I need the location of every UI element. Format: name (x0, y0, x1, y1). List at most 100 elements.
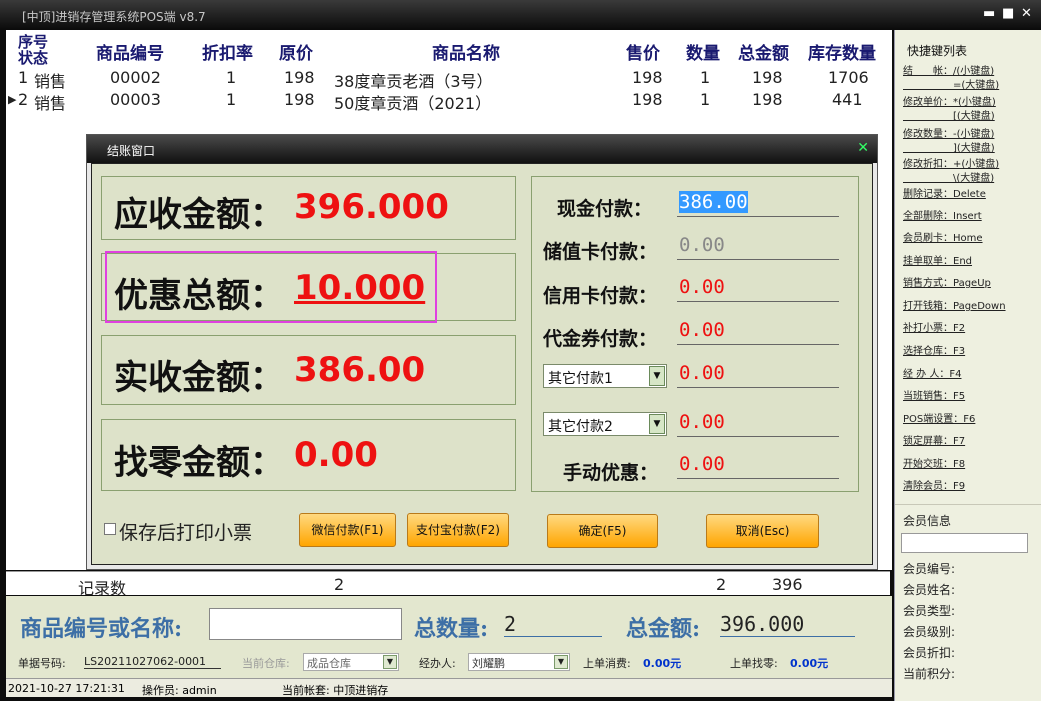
shortcut-item[interactable]: 锁定屏幕：F7 (903, 436, 965, 447)
row-code: 00003 (110, 90, 161, 109)
handler-label: 经办人: (419, 657, 456, 670)
other-payment-1-input[interactable]: 0.00 (677, 362, 839, 388)
status-bar: 2021-10-27 17:21:31 操作员: admin 当前帐套: 中顶进… (6, 678, 892, 697)
row-discount: 1 (226, 68, 237, 87)
receivable-label: 应收金额： (114, 195, 284, 235)
member-field-label: 会员折扣: (903, 646, 956, 660)
minimize-button[interactable]: ▬ (983, 6, 995, 21)
discount-value[interactable]: 10.000 (294, 268, 425, 308)
col-price[interactable]: 原价 (279, 39, 313, 64)
other-payment-1-select[interactable]: 其它付款1 ▼ (543, 364, 667, 388)
chevron-down-icon[interactable]: ▼ (383, 655, 397, 669)
shortcut-title: 快捷键列表 (907, 44, 968, 58)
shortcut-item[interactable]: 修改单价：*(小键盘) (903, 97, 996, 108)
col-stock[interactable]: 库存数量 (808, 39, 876, 64)
cash-label: 现金付款： (557, 198, 653, 220)
manual-discount-input[interactable]: 0.00 (677, 453, 839, 479)
cancel-button[interactable]: 取消(Esc) (706, 514, 819, 548)
other-payment-1-option: 其它付款1 (548, 371, 613, 387)
warehouse-label: 当前仓库: (242, 657, 290, 670)
maximize-button[interactable]: ■ (1002, 6, 1014, 21)
shortcut-item[interactable]: ](大键盘) (903, 143, 995, 154)
cash-input[interactable]: 386.00 (677, 191, 839, 217)
chevron-down-icon[interactable]: ▼ (649, 414, 665, 434)
shortcut-item[interactable]: 销售方式：PageUp (903, 278, 991, 289)
row-qty: 1 (700, 90, 711, 109)
shortcut-item[interactable]: [(大键盘) (903, 111, 995, 122)
actual-panel: 实收金额： 386.00 (101, 335, 516, 405)
grid-footer: 记录数 2 2 396 (6, 571, 890, 598)
payment-panel: 现金付款： 386.00 储值卡付款： 0.00 信用卡付款： 0.00 代金券… (531, 176, 859, 492)
shortcut-item[interactable]: 会员刷卡：Home (903, 233, 983, 244)
handler-value: 刘耀鹏 (472, 657, 505, 670)
search-input[interactable] (209, 608, 402, 640)
title-bar: [中顶]进销存管理系统POS端 v8.7 ▬ ■ ✕ (0, 0, 1041, 30)
col-name[interactable]: 商品名称 (432, 39, 500, 64)
shortcut-item[interactable]: 经 办 人：F4 (903, 369, 961, 380)
footer-total: 396 (772, 575, 803, 594)
shortcut-item[interactable]: 结 帐：/(小键盘) (903, 66, 994, 77)
credit-card-label: 信用卡付款： (543, 285, 658, 307)
col-sale[interactable]: 售价 (626, 39, 660, 64)
alipay-button[interactable]: 支付宝付款(F2) (407, 513, 509, 547)
search-label: 商品编号或名称: (20, 616, 183, 642)
dialog-body: 应收金额： 396.000 优惠总额： 10.000 实收金额： 386.00 … (91, 163, 873, 565)
row-discount: 1 (226, 90, 237, 109)
shortcut-item[interactable]: 修改数量：-(小键盘) (903, 129, 994, 140)
col-code[interactable]: 商品编号 (96, 39, 164, 64)
table-row[interactable]: 1 销售 00002 1 198 38度章贡老酒（3号） 198 1 198 1… (6, 68, 892, 91)
discount-panel: 优惠总额： 10.000 (101, 251, 516, 323)
voucher-input[interactable]: 0.00 (677, 319, 839, 345)
table-row[interactable]: ▶ 2 销售 00003 1 198 50度章贡酒（2021） 198 1 19… (6, 90, 892, 113)
row-name: 38度章贡老酒（3号） (334, 72, 493, 91)
warehouse-select[interactable]: 成品仓库 ▼ (303, 653, 399, 671)
shortcut-item[interactable]: 开始交班：F8 (903, 459, 965, 470)
window-title: [中顶]进销存管理系统POS端 v8.7 (22, 10, 206, 24)
order-number: LS20211027062-0001 (84, 655, 221, 669)
col-status[interactable]: 状态 (18, 47, 48, 68)
chevron-down-icon[interactable]: ▼ (649, 366, 665, 386)
handler-select[interactable]: 刘耀鹏 ▼ (468, 653, 570, 671)
close-button[interactable]: ✕ (1021, 6, 1032, 21)
col-qty[interactable]: 数量 (686, 39, 720, 64)
shortcut-item[interactable]: \(大键盘) (903, 173, 994, 184)
other-payment-2-input[interactable]: 0.00 (677, 411, 839, 437)
order-label: 单据号码: (18, 657, 66, 670)
shortcut-item[interactable]: 选择仓库：F3 (903, 346, 965, 357)
col-total[interactable]: 总金额 (738, 39, 789, 64)
shortcut-item[interactable]: 清除会员：F9 (903, 481, 965, 492)
receivable-panel: 应收金额： 396.000 (101, 176, 516, 240)
footer-qty: 2 (716, 575, 727, 594)
stored-card-input[interactable]: 0.00 (677, 234, 839, 260)
dialog-titlebar: 结账窗口 ✕ (87, 135, 877, 163)
row-qty: 1 (700, 68, 711, 87)
status-account: 当前帐套: 中顶进销存 (282, 684, 389, 697)
wechat-pay-button[interactable]: 微信付款(F1) (299, 513, 396, 547)
shortcut-item[interactable]: 删除记录：Delete (903, 189, 986, 200)
bottom-panel: 商品编号或名称: 总数量: 2 总金额: 396.000 单据号码: LS202… (6, 596, 892, 678)
shortcut-item[interactable]: 打开钱箱：PageDown (903, 301, 1006, 312)
shortcut-item[interactable]: 补打小票：F2 (903, 323, 965, 334)
chevron-down-icon[interactable]: ▼ (554, 655, 568, 669)
shortcut-item[interactable]: 挂单取单：End (903, 256, 972, 267)
print-receipt-label: 保存后打印小票 (119, 522, 253, 544)
row-stock: 441 (832, 90, 863, 109)
checkout-dialog: 结账窗口 ✕ 应收金额： 396.000 优惠总额： 10.000 实收金额： … (86, 134, 878, 570)
credit-card-input[interactable]: 0.00 (677, 276, 839, 302)
print-receipt-checkbox[interactable] (104, 523, 116, 535)
confirm-button[interactable]: 确定(F5) (547, 514, 658, 548)
total-qty-value: 2 (504, 612, 602, 637)
member-card-input[interactable] (901, 533, 1028, 553)
other-payment-2-option: 其它付款2 (548, 419, 613, 435)
other-payment-2-select[interactable]: 其它付款2 ▼ (543, 412, 667, 436)
footer-count: 2 (334, 575, 345, 594)
shortcut-item[interactable]: 全部删除：Insert (903, 211, 982, 222)
stored-card-label: 储值卡付款： (543, 241, 658, 263)
shortcut-item[interactable]: 修改折扣：+(小键盘) (903, 159, 999, 170)
receivable-value: 396.000 (294, 187, 449, 227)
col-discount[interactable]: 折扣率 (202, 39, 253, 64)
dialog-close-icon[interactable]: ✕ (857, 140, 869, 156)
shortcut-item[interactable]: 当班销售：F5 (903, 391, 965, 402)
shortcut-item[interactable]: =(大键盘) (903, 80, 999, 91)
shortcut-item[interactable]: POS端设置：F6 (903, 414, 975, 425)
